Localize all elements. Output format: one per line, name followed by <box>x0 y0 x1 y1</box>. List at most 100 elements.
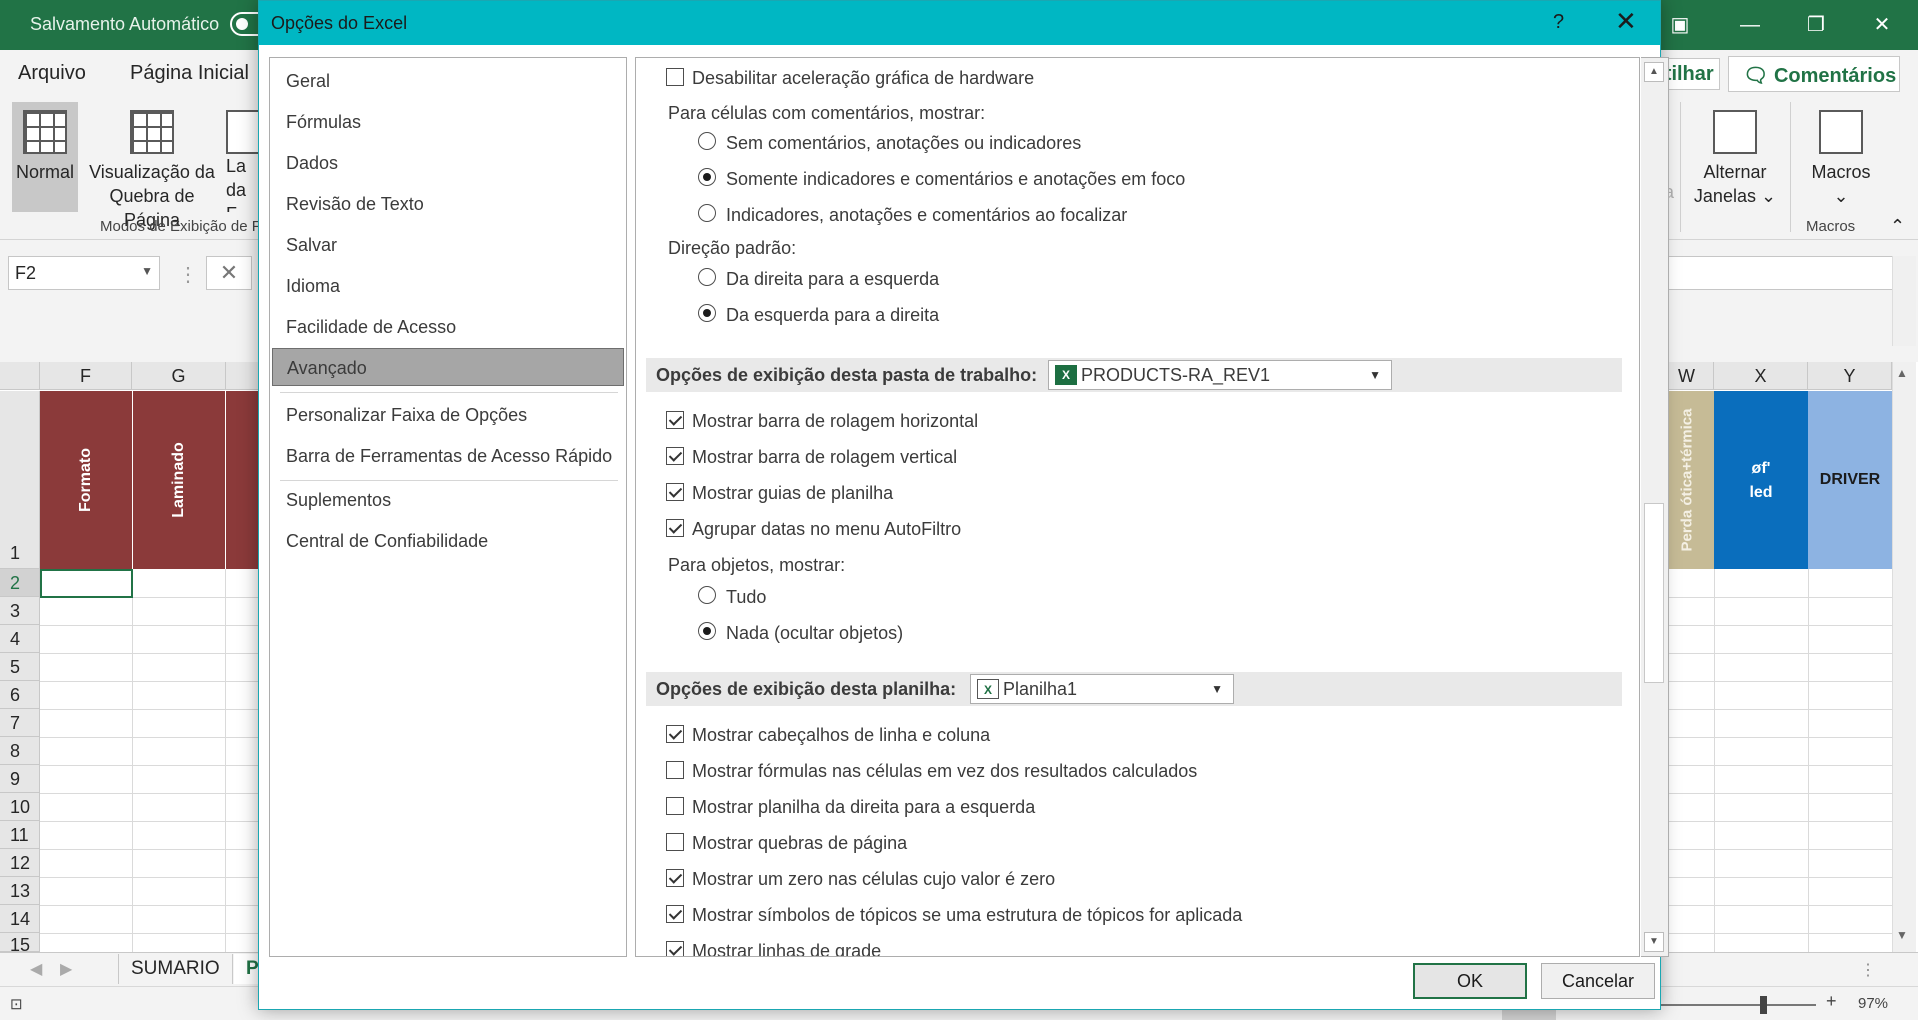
nav-barra-acesso-rapido[interactable]: Barra de Ferramentas de Acesso Rápido <box>272 437 624 475</box>
switch-windows-button[interactable]: Alternar Janelas ⌄ <box>1690 104 1780 208</box>
row-header[interactable]: 15 <box>0 933 40 952</box>
ribbon-display-icon[interactable]: ▣ <box>1660 10 1700 40</box>
column-header[interactable]: G <box>132 362 226 390</box>
sheet-select[interactable]: X Planilha1 ▼ <box>970 674 1234 704</box>
cancel-entry-icon[interactable]: ✕ <box>206 256 252 290</box>
nav-dados[interactable]: Dados <box>272 144 624 182</box>
header-cell[interactable] <box>226 391 260 569</box>
zoom-slider[interactable] <box>1656 1004 1816 1006</box>
hide-objects-radio[interactable] <box>698 622 716 640</box>
nav-geral[interactable]: Geral <box>272 62 624 100</box>
show-zero-checkbox[interactable] <box>666 869 684 887</box>
row-header[interactable]: 2 <box>0 569 40 597</box>
nav-suplementos[interactable]: Suplementos <box>272 481 624 519</box>
help-icon[interactable]: ? <box>1553 11 1564 34</box>
scroll-down-icon[interactable]: ▼ <box>1896 928 1908 942</box>
macros-button[interactable]: Macros ⌄ <box>1796 104 1886 208</box>
scroll-up-icon[interactable]: ▲ <box>1644 62 1664 82</box>
tab-scroll-left-icon[interactable]: ◀ <box>30 959 42 979</box>
minimize-icon[interactable]: — <box>1730 10 1770 40</box>
nav-salvar[interactable]: Salvar <box>272 226 624 264</box>
close-icon[interactable]: ✕ <box>1615 6 1637 37</box>
group-dates-checkbox[interactable] <box>666 519 684 537</box>
collapse-ribbon-icon[interactable]: ⌃ <box>1890 216 1905 237</box>
workbook-select[interactable]: X PRODUCTS-RA_REV1 ▼ <box>1048 360 1392 390</box>
row-header[interactable]: 5 <box>0 653 40 681</box>
sheet-tab-active[interactable]: P <box>234 954 259 984</box>
row-header[interactable]: 11 <box>0 821 40 849</box>
macro-record-icon[interactable]: ⊡ <box>10 995 23 1013</box>
row-header[interactable]: 3 <box>0 597 40 625</box>
disable-hw-accel-checkbox[interactable] <box>666 68 684 86</box>
row-header[interactable]: 8 <box>0 737 40 765</box>
show-page-breaks-checkbox[interactable] <box>666 833 684 851</box>
page-break-view-button[interactable]: Visualização da Quebra de Página <box>80 102 224 230</box>
chevron-down-icon: ▼ <box>1369 368 1381 382</box>
options-scrollbar[interactable]: ▲ ▼ <box>1641 57 1669 957</box>
nav-revisao[interactable]: Revisão de Texto <box>272 185 624 223</box>
zoom-level[interactable]: 97% <box>1858 995 1888 1012</box>
nav-central-confiabilidade[interactable]: Central de Confiabilidade <box>272 522 624 560</box>
row-header[interactable]: 6 <box>0 681 40 709</box>
column-header[interactable]: F <box>40 362 132 390</box>
no-comments-radio[interactable] <box>698 132 716 150</box>
row-header[interactable]: 4 <box>0 625 40 653</box>
show-outline-checkbox[interactable] <box>666 905 684 923</box>
formula-scrollbar[interactable] <box>1892 256 1916 346</box>
nav-formulas[interactable]: Fórmulas <box>272 103 624 141</box>
advanced-options-panel[interactable]: Desabilitar aceleração gráfica de hardwa… <box>635 57 1640 957</box>
restore-icon[interactable]: ❐ <box>1796 10 1836 40</box>
row-header[interactable]: 13 <box>0 877 40 905</box>
ok-button[interactable]: OK <box>1413 963 1527 999</box>
zoom-in-icon[interactable]: + <box>1826 991 1837 1012</box>
show-all-objects-radio[interactable] <box>698 586 716 604</box>
nav-personalizar-faixa[interactable]: Personalizar Faixa de Opções <box>272 396 624 434</box>
page-layout-button[interactable]: La da F <box>226 102 258 212</box>
normal-view-button[interactable]: Normal <box>12 102 78 212</box>
header-cell-driver[interactable]: DRIVER <box>1808 391 1892 569</box>
sheet-tab-sumario[interactable]: SUMARIO <box>118 954 233 984</box>
row-header[interactable]: 14 <box>0 905 40 933</box>
column-header[interactable]: X <box>1714 362 1808 390</box>
menu-arquivo[interactable]: Arquivo <box>18 62 86 85</box>
close-window-icon[interactable]: ✕ <box>1862 10 1902 40</box>
sheet-vertical-scrollbar[interactable]: ▲ ▼ <box>1892 362 1916 952</box>
column-header[interactable]: Y <box>1808 362 1892 390</box>
cancel-button[interactable]: Cancelar <box>1541 963 1655 999</box>
show-gridlines-checkbox[interactable] <box>666 941 684 956</box>
scrollbar-thumb[interactable] <box>1644 503 1664 683</box>
indicators-hover-radio[interactable] <box>698 204 716 222</box>
name-box[interactable]: F2 ▼ <box>8 256 160 290</box>
row-header[interactable]: 10 <box>0 793 40 821</box>
header-cell-laminado[interactable]: Laminado <box>133 391 225 569</box>
row-header[interactable]: 7 <box>0 709 40 737</box>
active-cell-f2[interactable] <box>40 569 133 598</box>
show-sheet-tabs-checkbox[interactable] <box>666 483 684 501</box>
select-all-corner[interactable] <box>0 362 40 390</box>
row-header[interactable]: 12 <box>0 849 40 877</box>
indicators-only-radio[interactable] <box>698 168 716 186</box>
tab-scroll-right-icon[interactable]: ▶ <box>60 959 72 979</box>
left-to-right-radio[interactable] <box>698 304 716 322</box>
show-formulas-checkbox[interactable] <box>666 761 684 779</box>
right-to-left-label: Da direita para a esquerda <box>726 269 940 289</box>
show-headers-checkbox[interactable] <box>666 725 684 743</box>
right-to-left-radio[interactable] <box>698 268 716 286</box>
header-cell-formato[interactable]: Formato <box>40 391 132 569</box>
more-options-icon[interactable]: ⋮ <box>1860 960 1876 980</box>
comments-button[interactable]: 🗨 Comentários <box>1728 56 1900 92</box>
header-cell-led[interactable]: øf' led <box>1714 391 1808 569</box>
scroll-down-icon[interactable]: ▼ <box>1644 932 1664 952</box>
menu-pagina-inicial[interactable]: Página Inicial <box>130 62 249 85</box>
nav-avancado[interactable]: Avançado <box>272 348 624 386</box>
row-header[interactable]: 1 <box>0 391 40 569</box>
nav-idioma[interactable]: Idioma <box>272 267 624 305</box>
show-vscroll-checkbox[interactable] <box>666 447 684 465</box>
formula-bar[interactable] <box>1660 256 1896 290</box>
show-rtl-checkbox[interactable] <box>666 797 684 815</box>
row-header[interactable]: 9 <box>0 765 40 793</box>
zoom-slider-thumb[interactable] <box>1760 996 1767 1014</box>
scroll-up-icon[interactable]: ▲ <box>1896 366 1908 380</box>
show-hscroll-checkbox[interactable] <box>666 411 684 429</box>
nav-facilidade-acesso[interactable]: Facilidade de Acesso <box>272 308 624 346</box>
